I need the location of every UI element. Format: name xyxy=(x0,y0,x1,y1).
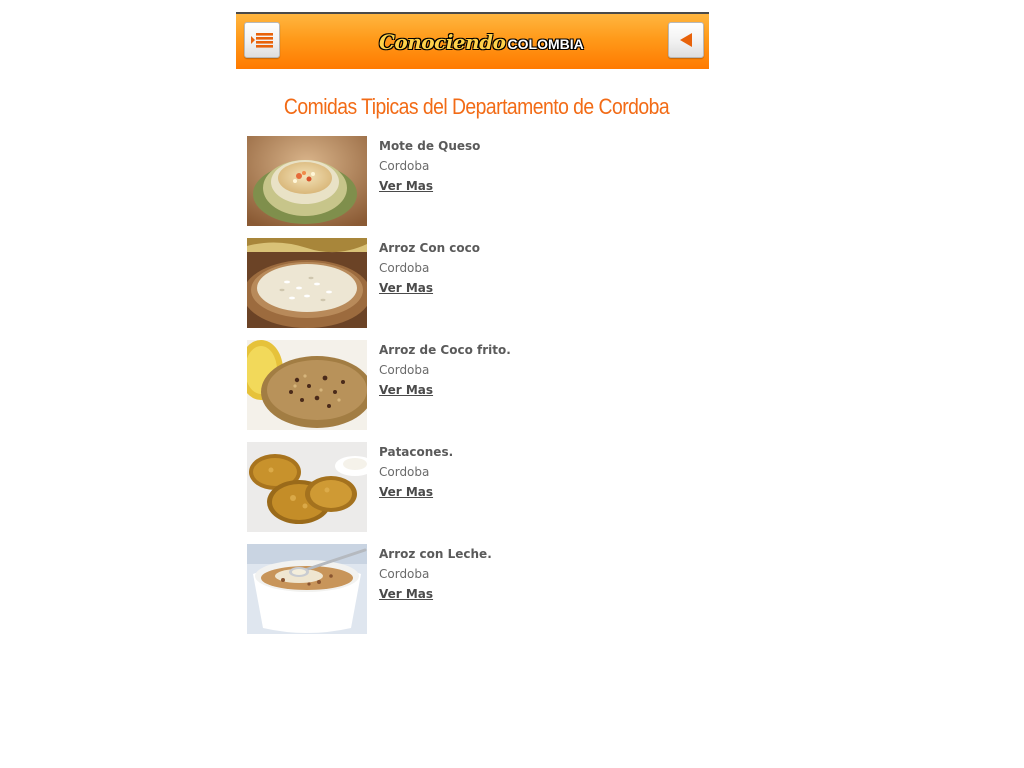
item-department: Cordoba xyxy=(379,363,430,377)
item-name: Mote de Queso xyxy=(379,139,481,153)
back-button[interactable] xyxy=(668,22,704,58)
food-list: Mote de Queso Cordoba Ver Mas Arroz Con … xyxy=(247,136,697,646)
item-department: Cordoba xyxy=(379,465,430,479)
item-info: Arroz con Leche. Cordoba Ver Mas xyxy=(379,546,492,602)
item-info: Arroz Con coco Cordoba Ver Mas xyxy=(379,240,480,296)
app-container: Conociendo COLOMBIA Comidas Tipicas del … xyxy=(236,12,709,662)
item-department: Cordoba xyxy=(379,261,430,275)
list-item: Patacones. Cordoba Ver Mas xyxy=(247,442,697,532)
list-item: Arroz Con coco Cordoba Ver Mas xyxy=(247,238,697,328)
item-name: Arroz de Coco frito. xyxy=(379,343,511,357)
menu-list-icon xyxy=(251,33,273,48)
logo-word-text: COLOMBIA xyxy=(507,36,584,52)
mote-de-queso-image[interactable] xyxy=(247,136,367,226)
arroz-con-leche-image[interactable] xyxy=(247,544,367,634)
arroz-de-coco-frito-image[interactable] xyxy=(247,340,367,430)
item-info: Arroz de Coco frito. Cordoba Ver Mas xyxy=(379,342,511,398)
ver-mas-link[interactable]: Ver Mas xyxy=(379,280,480,296)
ver-mas-link[interactable]: Ver Mas xyxy=(379,586,492,602)
item-department: Cordoba xyxy=(379,567,430,581)
item-name: Patacones. xyxy=(379,445,454,459)
list-item: Mote de Queso Cordoba Ver Mas xyxy=(247,136,697,226)
header-bar: Conociendo COLOMBIA xyxy=(236,12,709,69)
item-department: Cordoba xyxy=(379,159,430,173)
item-name: Arroz con Leche. xyxy=(379,547,492,561)
item-name: Arroz Con coco xyxy=(379,241,481,255)
ver-mas-link[interactable]: Ver Mas xyxy=(379,178,480,194)
logo-script-text: Conociendo xyxy=(379,30,506,54)
app-logo: Conociendo COLOMBIA xyxy=(379,30,584,56)
back-arrow-icon xyxy=(680,33,692,47)
item-info: Mote de Queso Cordoba Ver Mas xyxy=(379,138,480,194)
list-item: Arroz de Coco frito. Cordoba Ver Mas xyxy=(247,340,697,430)
patacones-image[interactable] xyxy=(247,442,367,532)
menu-button[interactable] xyxy=(244,22,280,58)
ver-mas-link[interactable]: Ver Mas xyxy=(379,484,453,500)
list-item: Arroz con Leche. Cordoba Ver Mas xyxy=(247,544,697,634)
arroz-con-coco-image[interactable] xyxy=(247,238,367,328)
page-title: Comidas Tipicas del Departamento de Cord… xyxy=(283,94,670,119)
item-info: Patacones. Cordoba Ver Mas xyxy=(379,444,453,500)
ver-mas-link[interactable]: Ver Mas xyxy=(379,382,511,398)
